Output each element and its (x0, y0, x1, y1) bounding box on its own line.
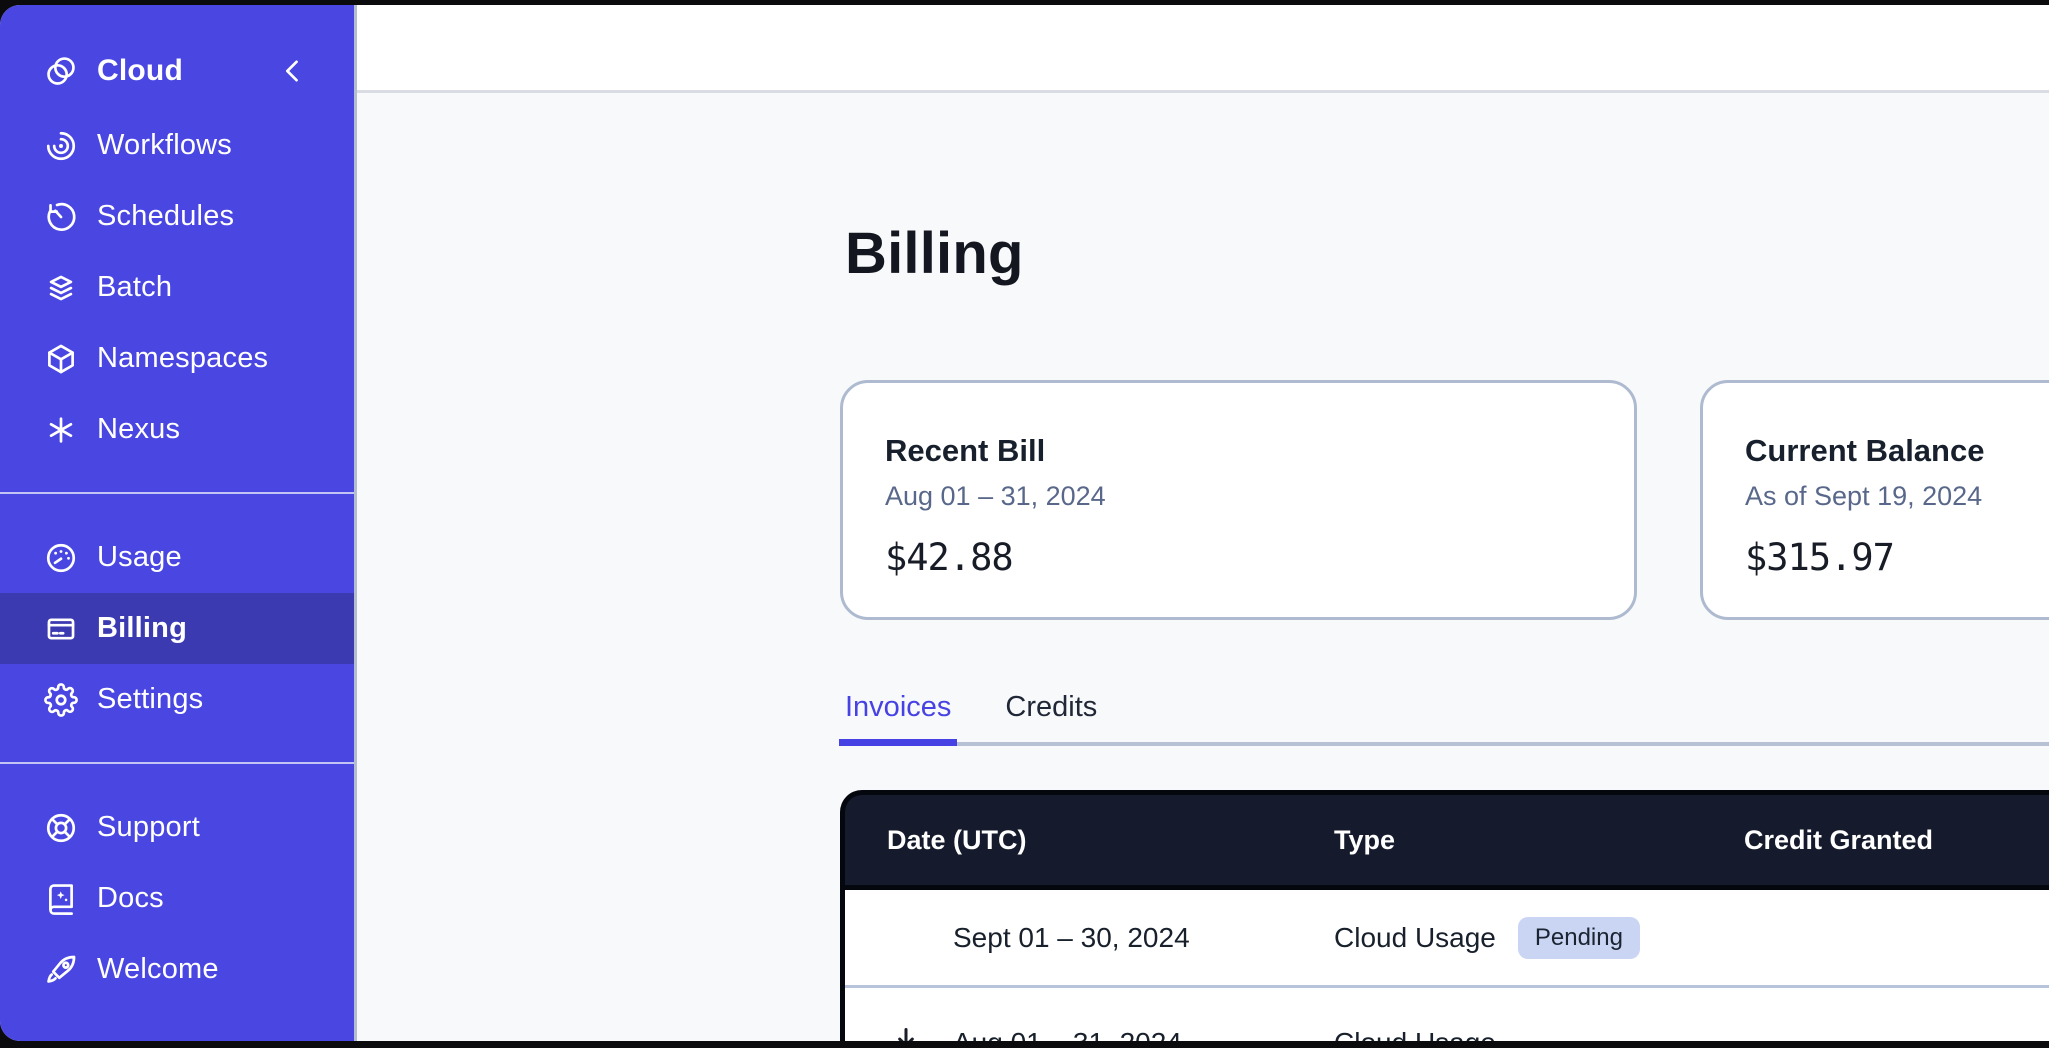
recent-bill-period: Aug 01 – 31, 2024 (885, 481, 1592, 512)
recent-bill-card: Recent Bill Aug 01 – 31, 2024 $42.88 (840, 380, 1637, 620)
status-badge: Pending (1518, 917, 1640, 959)
sidebar-item-batch[interactable]: Batch (0, 252, 354, 323)
sidebar-item-settings[interactable]: Settings (0, 664, 354, 735)
sidebar-item-label: Namespaces (97, 342, 268, 375)
invoice-type: Cloud Usage (1334, 922, 1496, 954)
sidebar-item-label: Settings (97, 683, 203, 716)
current-balance-card: Current Balance As of Sept 19, 2024 $315… (1700, 380, 2049, 620)
sidebar-item-label: Schedules (97, 200, 234, 233)
top-bar (357, 5, 2049, 93)
brand-label: Cloud (97, 54, 183, 88)
usage-icon (44, 541, 78, 575)
invoice-row[interactable]: Aug 01 – 31, 2024 Cloud Usage (845, 988, 2049, 1041)
billing-tabs: Invoices Credits (845, 685, 2049, 746)
sidebar-section: Workflows Schedules Batch Namespaces Nexus (0, 110, 354, 465)
sidebar-collapse-button[interactable] (276, 54, 310, 88)
sidebar-item-namespaces[interactable]: Namespaces (0, 323, 354, 394)
sidebar-divider (0, 762, 354, 764)
billing-summary-cards: Recent Bill Aug 01 – 31, 2024 $42.88 Cur… (840, 380, 2049, 620)
recent-bill-amount: $42.88 (885, 536, 1592, 579)
sidebar-item-workflows[interactable]: Workflows (0, 110, 354, 181)
schedules-icon (44, 200, 78, 234)
current-balance-title: Current Balance (1745, 433, 2049, 469)
sidebar-section: Usage Billing Settings (0, 522, 354, 735)
invoice-date: Aug 01 – 31, 2024 (953, 1027, 1182, 1041)
column-header-type: Type (1334, 825, 1744, 856)
tab-credits[interactable]: Credits (999, 685, 1103, 742)
invoices-table-body: Sept 01 – 30, 2024 Cloud Usage Pending Aug … (840, 890, 2049, 1041)
namespaces-icon (44, 342, 78, 376)
invoices-table: Date (UTC) Type Credit Granted Sept 01 –… (840, 790, 2049, 1041)
sidebar-item-label: Support (97, 811, 200, 844)
support-icon (44, 811, 78, 845)
sidebar-item-billing[interactable]: Billing (0, 593, 354, 664)
welcome-icon (44, 953, 78, 987)
invoice-type-cell: Cloud Usage Pending (1334, 917, 1744, 959)
workflows-icon (44, 129, 78, 163)
invoice-type: Cloud Usage (1334, 1027, 1496, 1041)
sidebar-item-label: Nexus (97, 413, 180, 446)
sidebar-item-label: Docs (97, 882, 164, 915)
docs-icon (44, 882, 78, 916)
main-area: Billing Recent Bill Aug 01 – 31, 2024 $4… (357, 5, 2049, 1041)
download-invoice-button[interactable] (887, 1024, 925, 1041)
recent-bill-title: Recent Bill (885, 433, 1592, 469)
sidebar-item-schedules[interactable]: Schedules (0, 181, 354, 252)
download-slot (887, 1024, 953, 1041)
sidebar-item-label: Batch (97, 271, 172, 304)
sidebar-section: Support Docs Welcome (0, 792, 354, 1005)
invoice-row[interactable]: Sept 01 – 30, 2024 Cloud Usage Pending (845, 890, 2049, 988)
settings-icon (44, 683, 78, 717)
sidebar-item-usage[interactable]: Usage (0, 522, 354, 593)
temporal-logo-icon (44, 53, 78, 89)
sidebar-brand: Cloud (0, 32, 354, 110)
app-window: Cloud Workflows Schedules Batch Namespaces N… (0, 5, 2049, 1041)
column-header-credit-granted: Credit Granted (1744, 825, 2049, 856)
page-title: Billing (845, 220, 1024, 287)
sidebar: Cloud Workflows Schedules Batch Namespaces N… (0, 5, 357, 1041)
sidebar-item-label: Billing (97, 612, 187, 645)
tab-invoices[interactable]: Invoices (839, 685, 957, 742)
sidebar-item-welcome[interactable]: Welcome (0, 934, 354, 1005)
column-header-date: Date (UTC) (845, 825, 1334, 856)
batch-icon (44, 271, 78, 305)
sidebar-item-label: Welcome (97, 953, 219, 986)
sidebar-item-docs[interactable]: Docs (0, 863, 354, 934)
sidebar-item-label: Usage (97, 541, 182, 574)
sidebar-item-label: Workflows (97, 129, 232, 162)
invoices-table-header: Date (UTC) Type Credit Granted (840, 790, 2049, 890)
sidebar-divider (0, 492, 354, 494)
sidebar-item-support[interactable]: Support (0, 792, 354, 863)
invoice-type-cell: Cloud Usage (1334, 1027, 1744, 1041)
sidebar-item-nexus[interactable]: Nexus (0, 394, 354, 465)
invoice-date-cell: Sept 01 – 30, 2024 (845, 922, 1334, 954)
billing-icon (44, 612, 78, 646)
current-balance-date: As of Sept 19, 2024 (1745, 481, 2049, 512)
invoice-date-cell: Aug 01 – 31, 2024 (845, 1024, 1334, 1041)
current-balance-amount: $315.97 (1745, 536, 2049, 579)
invoice-date: Sept 01 – 30, 2024 (953, 922, 1190, 954)
nexus-icon (44, 413, 78, 447)
